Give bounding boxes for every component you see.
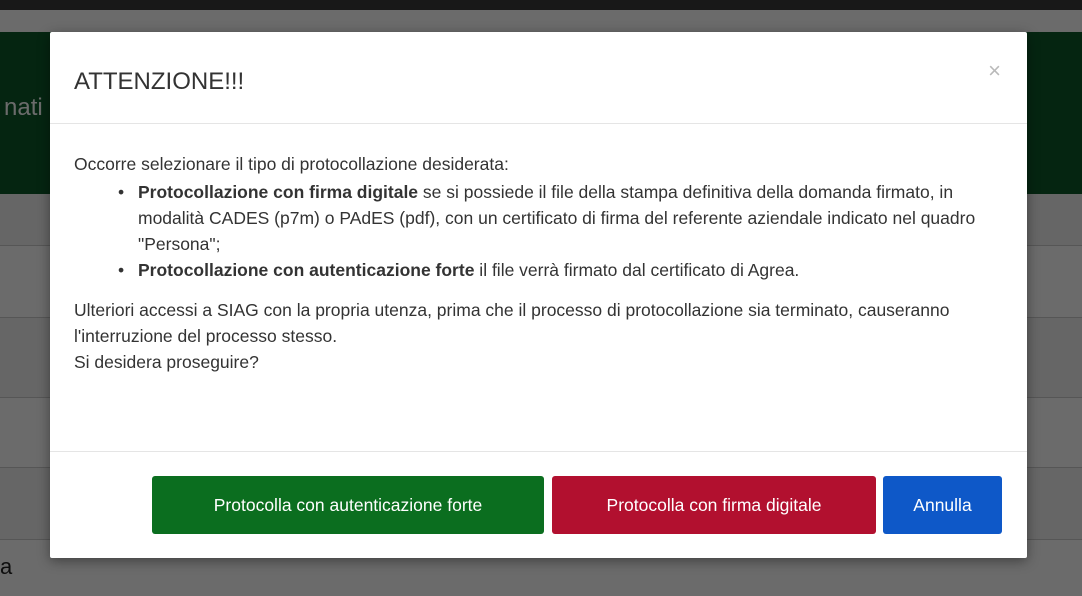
list-item: Protocollazione con autenticazione forte… — [118, 257, 1003, 283]
close-icon[interactable]: × — [988, 60, 1001, 82]
dialog-warning: Ulteriori accessi a SIAG con la propria … — [74, 300, 950, 346]
protocol-options-list: Protocollazione con firma digitale se si… — [118, 179, 1003, 283]
option-title: Protocollazione con firma digitale — [138, 182, 419, 202]
list-item: Protocollazione con firma digitale se si… — [118, 179, 1003, 257]
dialog-question: Si desidera proseguire? — [74, 352, 259, 372]
dialog-intro: Occorre selezionare il tipo di protocoll… — [74, 154, 509, 174]
option-description: il file verrà firmato dal certificato di… — [474, 260, 800, 280]
strong-auth-button[interactable]: Protocolla con autenticazione forte — [152, 476, 544, 534]
option-title: Protocollazione con autenticazione forte — [138, 260, 475, 280]
dialog-title: ATTENZIONE!!! — [74, 68, 245, 95]
cancel-button[interactable]: Annulla — [883, 476, 1002, 534]
dialog-footer: Protocolla con autenticazione forte Prot… — [50, 452, 1027, 557]
attention-dialog: ATTENZIONE!!! × Occorre selezionare il t… — [50, 32, 1027, 558]
dialog-body: Occorre selezionare il tipo di protocoll… — [50, 124, 1027, 452]
dialog-header: ATTENZIONE!!! × — [50, 32, 1027, 124]
digital-signature-button[interactable]: Protocolla con firma digitale — [552, 476, 876, 534]
